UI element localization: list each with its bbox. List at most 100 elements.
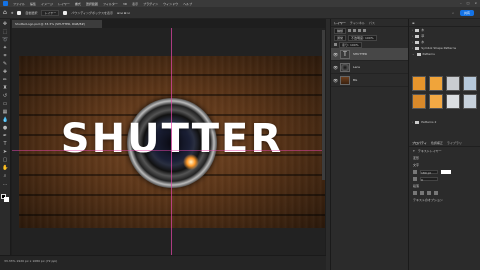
- stamp-tool-icon[interactable]: ♜: [2, 86, 8, 91]
- menu-view[interactable]: 表示: [132, 2, 138, 6]
- vertical-scrollbar[interactable]: [322, 30, 325, 180]
- healing-brush-icon[interactable]: ✚: [2, 70, 8, 75]
- fill-field[interactable]: 塗り: 100%: [339, 41, 362, 48]
- lasso-tool-icon[interactable]: ➰: [2, 38, 8, 43]
- layer-row-bg[interactable]: 👁 BG: [331, 74, 408, 87]
- menu-image[interactable]: イメージ: [41, 2, 53, 6]
- pattern-swatch[interactable]: [446, 76, 460, 91]
- pattern-swatch[interactable]: [429, 94, 443, 109]
- document-tab[interactable]: ShutterLogo.psd @ 33.3% (SHUTTER, RGB/8#…: [12, 20, 102, 28]
- align-right-icon[interactable]: [427, 190, 431, 195]
- filter-type-icon[interactable]: [358, 29, 362, 32]
- dodge-tool-icon[interactable]: ●: [2, 126, 8, 131]
- visibility-eye-icon[interactable]: 👁: [333, 52, 338, 57]
- menu-file[interactable]: ファイル: [13, 2, 25, 6]
- document-canvas[interactable]: SHUTTER: [19, 56, 325, 228]
- chevron-right-icon[interactable]: ›: [412, 28, 413, 32]
- marquee-tool-icon[interactable]: ⬚: [2, 30, 8, 35]
- align-center-icon[interactable]: [420, 190, 424, 195]
- visibility-eye-icon[interactable]: 👁: [333, 78, 338, 83]
- menu-help[interactable]: ヘルプ: [183, 2, 192, 6]
- home-icon[interactable]: ⌂: [3, 9, 7, 16]
- paragraph-section[interactable]: 段落: [409, 182, 480, 189]
- close-icon[interactable]: ×: [474, 1, 477, 5]
- eyedropper-icon[interactable]: ✎: [2, 62, 8, 67]
- filter-shape-icon[interactable]: [363, 29, 367, 32]
- menu-type[interactable]: 書式: [75, 2, 81, 6]
- filter-adjust-icon[interactable]: [353, 29, 357, 32]
- visibility-eye-icon[interactable]: 👁: [333, 65, 338, 70]
- type-tool-icon[interactable]: T: [2, 142, 8, 147]
- text-options-section[interactable]: テキストのオプション: [409, 196, 480, 203]
- zoom-tool-icon[interactable]: ⌕: [2, 174, 8, 179]
- pattern-swatch[interactable]: [463, 76, 477, 91]
- character-section[interactable]: 文字: [409, 161, 480, 168]
- filter-pixel-icon[interactable]: [348, 29, 352, 32]
- menu-window[interactable]: ウィンドウ: [163, 2, 178, 6]
- crop-tool-icon[interactable]: ⌗: [2, 54, 8, 59]
- move-tool-icon[interactable]: ✥: [11, 11, 14, 15]
- share-button[interactable]: 共有: [459, 9, 474, 16]
- blend-mode-dropdown[interactable]: 通常: [334, 34, 347, 41]
- chevron-right-icon[interactable]: ›: [412, 120, 413, 124]
- justify-icon[interactable]: [434, 190, 438, 195]
- tab-channels[interactable]: チャンネル: [350, 21, 365, 25]
- font-size-field[interactable]: 180 pt: [420, 169, 438, 175]
- chevron-right-icon[interactable]: ›: [412, 40, 413, 44]
- magic-wand-icon[interactable]: ✦: [2, 46, 8, 51]
- search-icon[interactable]: ⌕: [452, 11, 454, 15]
- more-tools-icon[interactable]: …: [2, 182, 8, 187]
- chevron-right-icon[interactable]: ›: [412, 46, 413, 50]
- photoshop-logo[interactable]: [3, 1, 8, 6]
- menu-layer[interactable]: レイヤー: [58, 2, 70, 6]
- transform-checkbox[interactable]: [63, 10, 68, 15]
- patterns-menu-icon[interactable]: ≡: [412, 21, 415, 25]
- maximize-icon[interactable]: □: [467, 1, 470, 5]
- path-select-icon[interactable]: ➤: [2, 150, 8, 155]
- menu-select[interactable]: 選択範囲: [86, 2, 98, 6]
- tab-properties[interactable]: プロパティ: [412, 141, 427, 145]
- shutter-title-text[interactable]: SHUTTER: [19, 116, 325, 162]
- layer-select-dropdown[interactable]: レイヤー: [41, 9, 60, 16]
- menu-3d[interactable]: 3D: [123, 2, 127, 6]
- pattern-swatch[interactable]: [412, 94, 426, 109]
- pattern-folder[interactable]: › Patterns 2: [409, 119, 436, 125]
- hand-tool-icon[interactable]: ✋: [2, 166, 8, 171]
- layer-filter-dropdown[interactable]: 種類: [334, 27, 347, 34]
- align-icons[interactable]: ⊞ ⊟ ⊠ ⊡: [117, 11, 130, 15]
- menu-edit[interactable]: 編集: [30, 2, 36, 6]
- eraser-tool-icon[interactable]: ▭: [2, 102, 8, 107]
- layer-row-shutter[interactable]: 👁 T SHUTTER: [331, 48, 408, 61]
- minimize-icon[interactable]: –: [460, 1, 462, 5]
- pattern-folder[interactable]: ⌄ Patterns: [409, 51, 480, 57]
- pattern-swatch[interactable]: [463, 94, 477, 109]
- gradient-tool-icon[interactable]: ▦: [2, 110, 8, 115]
- pattern-swatch[interactable]: [446, 94, 460, 109]
- tracking-field[interactable]: 0: [420, 176, 438, 182]
- tab-paths[interactable]: パス: [369, 21, 375, 25]
- pen-tool-icon[interactable]: ✒: [2, 134, 8, 139]
- brush-tool-icon[interactable]: ✏: [2, 78, 8, 83]
- chevron-right-icon[interactable]: ›: [412, 34, 413, 38]
- lock-icon[interactable]: [334, 43, 337, 46]
- shape-tool-icon[interactable]: ▢: [2, 158, 8, 163]
- horizontal-guide[interactable]: [12, 150, 325, 151]
- tab-libraries[interactable]: ライブラリ: [447, 141, 462, 145]
- tab-adjustments[interactable]: 色調補正: [431, 141, 443, 145]
- auto-select-checkbox[interactable]: [17, 10, 22, 15]
- blur-tool-icon[interactable]: 💧: [2, 118, 8, 123]
- vertical-guide[interactable]: [171, 28, 172, 255]
- menu-plugins[interactable]: プラグイン: [143, 2, 158, 6]
- tab-layers[interactable]: レイヤー: [334, 21, 346, 25]
- color-swatches[interactable]: [1, 194, 9, 202]
- opacity-field[interactable]: 不透明度: 100%: [348, 34, 377, 41]
- text-color-swatch[interactable]: [441, 169, 451, 174]
- align-left-icon[interactable]: [413, 190, 417, 195]
- move-tool-icon[interactable]: ✥: [2, 22, 8, 27]
- pattern-swatch[interactable]: [412, 76, 426, 91]
- pattern-swatch[interactable]: [429, 76, 443, 91]
- menu-filter[interactable]: フィルター: [103, 2, 118, 6]
- background-color[interactable]: [4, 197, 9, 202]
- history-brush-icon[interactable]: ↺: [2, 94, 8, 99]
- layer-row-lens[interactable]: 👁 Lens: [331, 61, 408, 74]
